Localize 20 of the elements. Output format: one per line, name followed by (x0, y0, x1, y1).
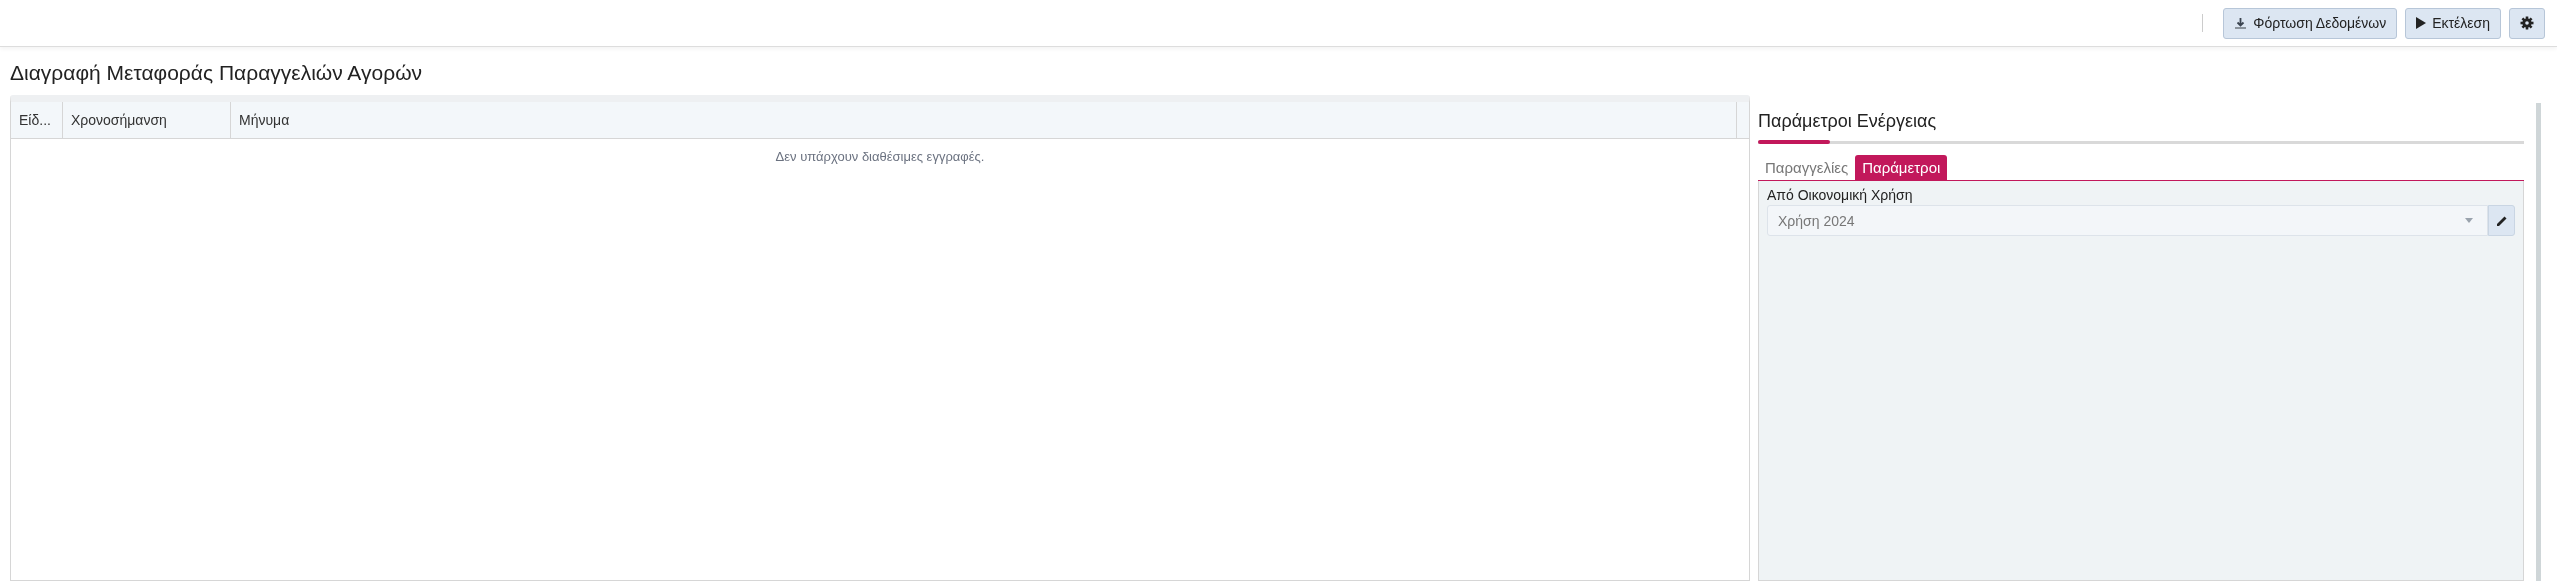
panel-title: Παράμετροι Ενέργειας (1758, 110, 1938, 133)
page-title: Διαγραφή Μεταφοράς Παραγγελιών Αγορών (10, 60, 424, 86)
edit-button[interactable] (2488, 205, 2515, 236)
settings-icon (2520, 16, 2534, 30)
field-label: Από Οικονομική Χρήση (1767, 187, 1914, 203)
tab[interactable]: Παράμετροι (1855, 155, 1948, 180)
column-header[interactable]: Μήνυμα (231, 102, 1737, 138)
empty-message: Δεν υπάρχουν διαθέσιμες εγγραφές. (774, 149, 986, 164)
select-field[interactable]: Χρήση 2024 (1767, 205, 2488, 236)
pencil-icon (2495, 214, 2508, 227)
column-header[interactable]: Είδ... (11, 102, 63, 138)
tab[interactable]: Παραγγελίες (1758, 155, 1856, 180)
download-icon (2234, 16, 2248, 30)
play-icon (2416, 17, 2427, 29)
scrollbar[interactable] (2536, 103, 2541, 581)
settings-button[interactable] (2509, 7, 2545, 39)
load-button[interactable]: Φόρτωση Δεδομένων (2223, 7, 2398, 39)
run-button[interactable]: Εκτέλεση (2405, 7, 2501, 39)
dropdown-icon (2465, 218, 2473, 223)
column-header[interactable]: Χρονοσήμανση (63, 102, 231, 138)
